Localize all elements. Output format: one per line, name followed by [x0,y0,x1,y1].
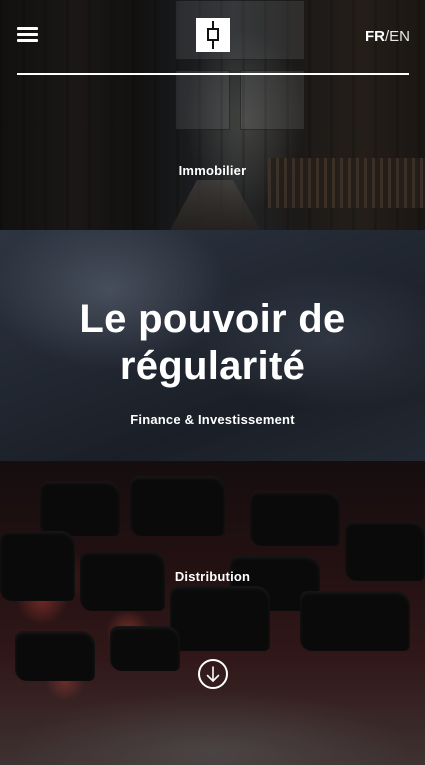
site-header: FR/EN [0,0,425,78]
hamburger-menu-icon[interactable] [15,23,41,45]
panel-finance[interactable]: Le pouvoir de régularité Finance & Inves… [0,230,425,461]
arrow-down-icon [206,666,220,682]
lang-en-link[interactable]: EN [389,28,410,45]
panel-label-finance[interactable]: Finance & Investissement [0,412,425,427]
panel-label-immobilier[interactable]: Immobilier [0,163,425,178]
arrow-down-circle-icon[interactable] [198,659,228,689]
header-divider [17,73,409,75]
panel-label-distribution[interactable]: Distribution [0,569,425,584]
lang-fr-link[interactable]: FR [365,28,385,45]
hero-headline: Le pouvoir de régularité [0,296,425,390]
panel-distribution[interactable]: Distribution [0,461,425,765]
square-logo-icon[interactable] [196,18,230,52]
language-switcher: FR/EN [365,28,410,45]
hero-headline-line1: Le pouvoir de [79,297,346,341]
hero-headline-line2: régularité [119,344,306,388]
